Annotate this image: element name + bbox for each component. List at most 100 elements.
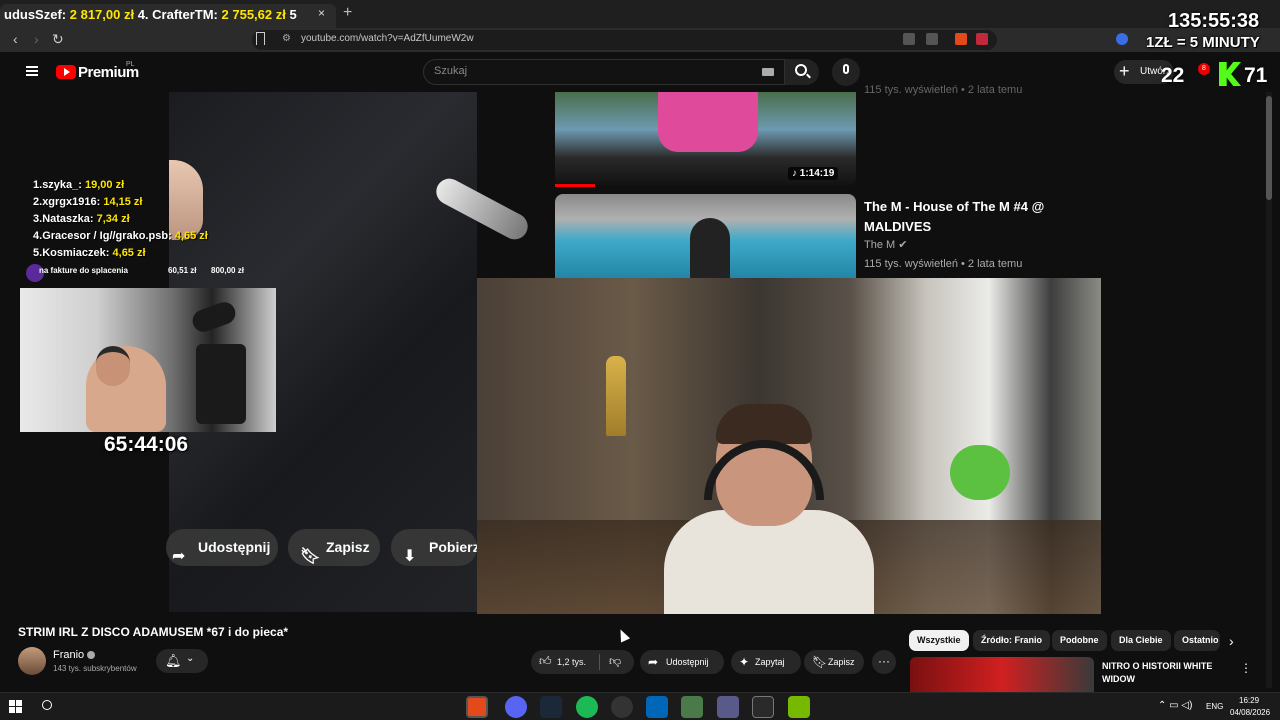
microphone-icon[interactable]	[843, 64, 849, 74]
url-text[interactable]: youtube.com/watch?v=AdZfUumeW2w	[301, 33, 474, 44]
subs-counter: 22	[1161, 64, 1185, 87]
donation-rank: 1.	[33, 179, 43, 191]
donation-amount: 19,00 zł	[85, 179, 125, 191]
share-icon: ➦	[648, 655, 659, 669]
trophy	[606, 356, 626, 436]
spotify-app-icon[interactable]	[576, 696, 598, 718]
download-button[interactable]: ⬇ Pobierz	[391, 529, 477, 566]
save-button[interactable]: 🔖︎ Zapisz	[804, 650, 864, 674]
chip-all[interactable]: Wszystkie	[909, 630, 969, 651]
thumbs-up-icon[interactable]: 👍︎	[539, 654, 552, 669]
steam-app-icon[interactable]	[540, 696, 562, 718]
chevron-right-icon[interactable]: ›	[1229, 633, 1234, 649]
duration-text: 1:14:19	[799, 168, 835, 179]
scrollbar-thumb[interactable]	[1266, 96, 1272, 200]
share-button[interactable]: ➦ Udostępnij	[166, 529, 278, 566]
notification-badge[interactable]: 8	[1198, 63, 1210, 75]
tab-title-amount1: 2 817,00 zł	[69, 7, 135, 22]
vscode-app-icon[interactable]	[646, 696, 668, 718]
video-title: STRIM IRL Z DISCO ADAMUSEM *67 i do piec…	[18, 625, 289, 639]
obs-app-icon[interactable]	[611, 696, 633, 718]
channel-name[interactable]: Franio	[53, 649, 84, 661]
extension-icon[interactable]	[1116, 33, 1128, 45]
thumbnail-person	[658, 92, 758, 152]
site-info-icon[interactable]: ⚙	[282, 33, 291, 44]
discord-app-icon[interactable]	[505, 696, 527, 718]
donation-name: szyka_:	[42, 179, 82, 191]
donation-amount: 7,34 zł	[96, 213, 130, 225]
goal-current: 60,51 zł	[168, 266, 197, 275]
reload-icon[interactable]: ↻	[52, 31, 64, 48]
menu-icon[interactable]	[26, 66, 38, 76]
goal-target: 800,00 zł	[211, 266, 244, 275]
related-thumbnail-3[interactable]	[910, 657, 1094, 692]
chevron-down-icon[interactable]: ⌄	[186, 653, 194, 664]
ask-button[interactable]: ✦ Zapytaj	[731, 650, 801, 674]
donation-rank: 3.	[33, 213, 43, 225]
goal-label: na fakture do splacenia	[39, 266, 128, 275]
donation-amount: 14,15 zł	[103, 196, 143, 208]
donation-rank: 2.	[33, 196, 43, 208]
search-box[interactable]	[423, 59, 785, 85]
windows-start-icon[interactable]	[9, 700, 22, 713]
more-vert-icon[interactable]: ⋮	[1240, 661, 1252, 675]
clock-time[interactable]: 16:29	[1239, 696, 1259, 705]
share-label: Udostępnij	[198, 539, 271, 555]
forward-icon[interactable]: ›	[34, 31, 39, 47]
related-video-channel[interactable]: The M ✔	[864, 238, 907, 251]
keyboard-icon[interactable]	[762, 68, 774, 76]
clock-date[interactable]: 04/08/2026	[1230, 708, 1270, 717]
avatar[interactable]	[18, 647, 46, 675]
search-input[interactable]: Szukaj	[434, 65, 467, 77]
small-cam-head	[96, 346, 130, 386]
save-label: Zapisz	[326, 539, 370, 555]
search-icon[interactable]	[795, 64, 807, 76]
terminal-app-icon[interactable]	[752, 696, 774, 718]
share-label: Udostępnij	[666, 657, 709, 667]
bookmark-outline-icon: 🔖︎	[300, 548, 321, 565]
browser-tab[interactable]: udusSzef: 2 817,00 zł 4. CrafterTM: 2 75…	[0, 4, 336, 28]
download-label: Pobierz	[429, 539, 477, 555]
related-video-title[interactable]: The M - House of The M #4 @ MALDIVES	[864, 197, 1064, 237]
notifications-button[interactable]	[156, 649, 208, 673]
plus-icon[interactable]: +	[1119, 61, 1130, 82]
chip-similar[interactable]: Podobne	[1052, 630, 1107, 651]
donation-name: Gracesor / Ig//grako.psb:	[42, 230, 172, 242]
donation-rank: 5.	[33, 247, 43, 259]
donation-name: Kosmiaczek:	[42, 247, 110, 259]
tray-icons[interactable]: ⌃ ▭ ◁)	[1158, 700, 1192, 711]
chip-recent[interactable]: Ostatnio	[1174, 630, 1220, 651]
search-icon[interactable]	[42, 700, 52, 710]
more-actions-button[interactable]: ···	[872, 650, 896, 674]
mouse-cursor-icon	[615, 627, 631, 643]
thumbnail-person	[690, 218, 730, 278]
input-language[interactable]: ENG	[1206, 702, 1223, 711]
save-button[interactable]: 🔖︎ Zapisz	[288, 529, 380, 566]
cast-icon[interactable]	[926, 33, 938, 45]
like-count[interactable]: 1,2 tys.	[557, 657, 586, 667]
chip-source[interactable]: Źródło: Franio	[973, 630, 1050, 651]
bookmark-icon[interactable]	[256, 32, 265, 45]
country-code: PL	[126, 61, 135, 68]
share-button[interactable]: ➦ Udostępnij	[640, 650, 724, 674]
related-video-title[interactable]: NITRO O HISTORII WHITE WIDOW	[1102, 660, 1222, 686]
translate-icon[interactable]	[903, 33, 915, 45]
donation-row: 1.szyka_: 19,00 zł	[33, 177, 208, 194]
chip-for-you[interactable]: Dla Ciebie	[1111, 630, 1171, 651]
nvidia-app-icon[interactable]	[788, 696, 810, 718]
new-tab-button[interactable]: +	[343, 4, 352, 22]
share-icon: ➦	[172, 548, 186, 565]
brave-shield-icon[interactable]	[955, 33, 967, 45]
bell-icon[interactable]: 🔔︎	[165, 653, 182, 669]
youtube-logo-icon[interactable]	[56, 65, 76, 79]
brave-rewards-icon[interactable]	[976, 33, 988, 45]
small-cam-wheel-stand	[196, 344, 246, 424]
brave-app-icon[interactable]	[466, 696, 488, 718]
download-icon: ⬇	[403, 548, 417, 565]
explorer-app-icon[interactable]	[681, 696, 703, 718]
donation-rank: 4.	[33, 230, 43, 242]
back-icon[interactable]: ‹	[13, 31, 18, 47]
close-tab-icon[interactable]: ×	[318, 6, 325, 20]
network-app-icon[interactable]	[717, 696, 739, 718]
thumbs-down-icon[interactable]: 👎︎	[609, 654, 621, 669]
